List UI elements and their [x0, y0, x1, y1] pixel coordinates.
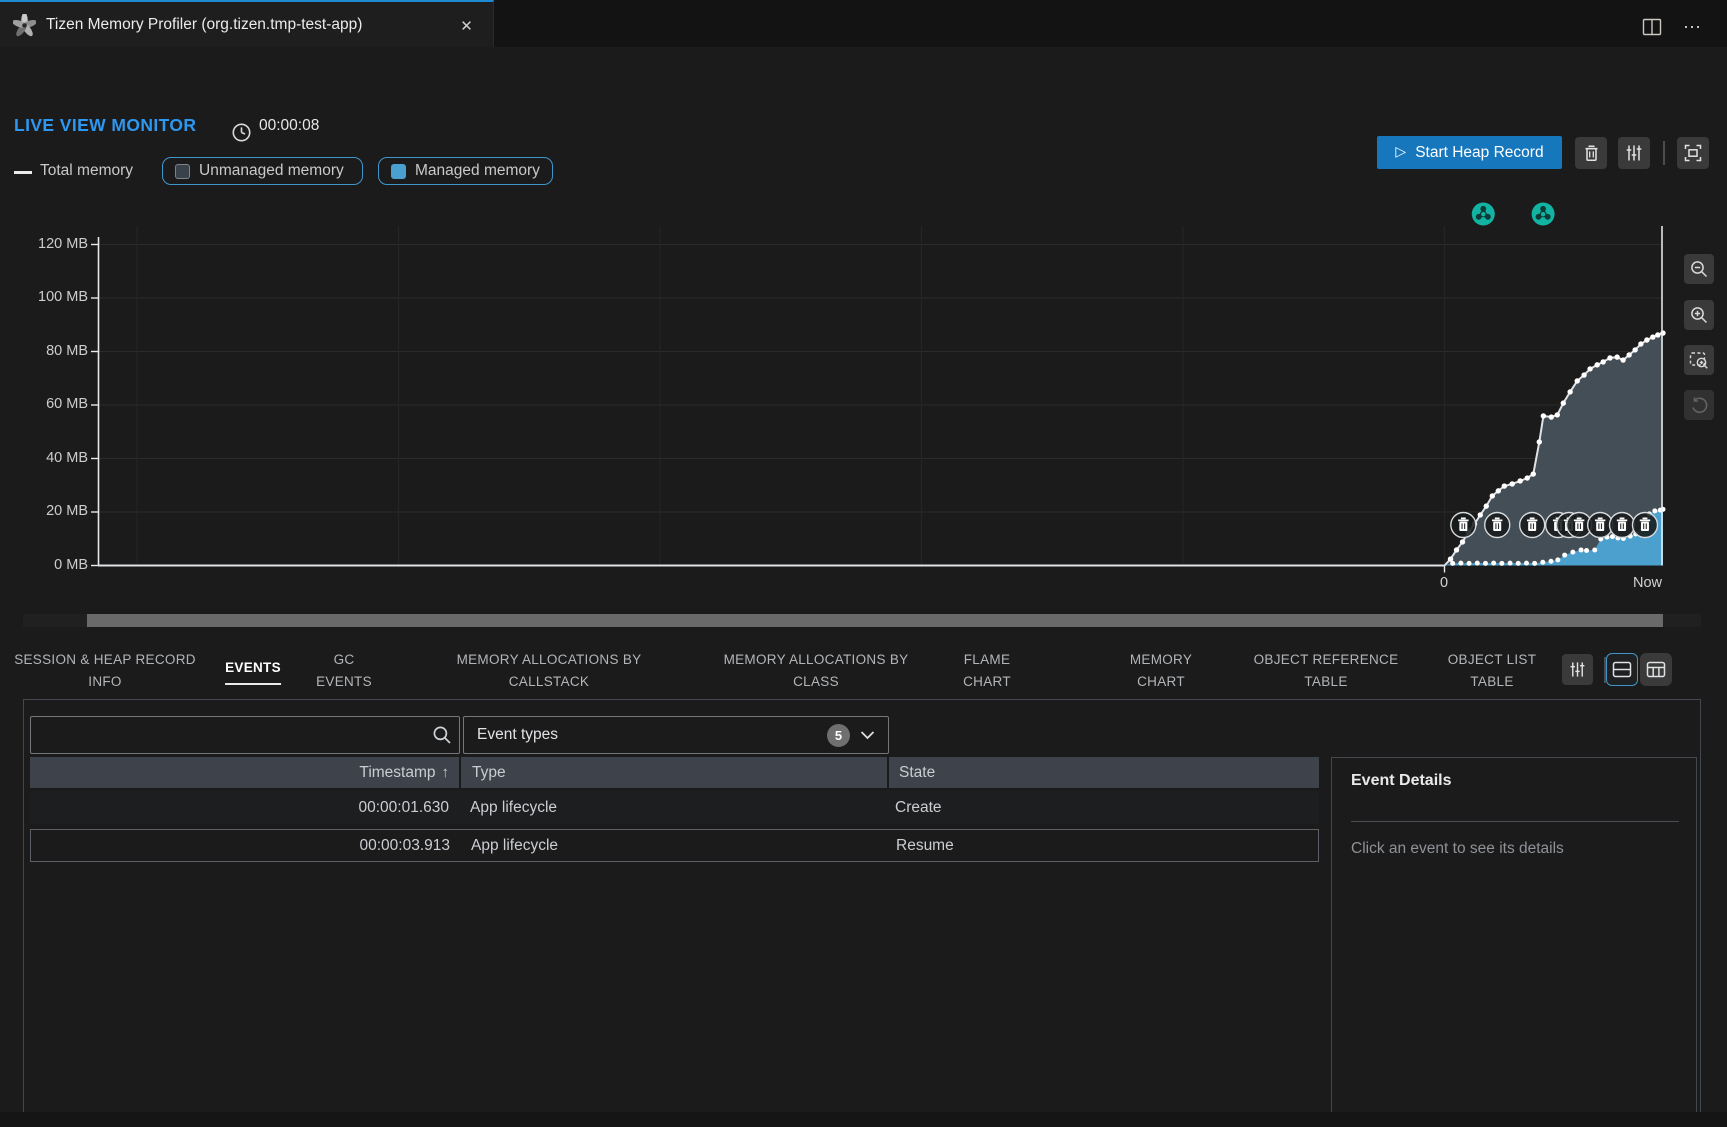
play-icon: ▷ [1395, 143, 1406, 160]
zoom-to-selection-button[interactable] [1684, 345, 1714, 375]
unmanaged-memory-label: Unmanaged memory [199, 162, 344, 180]
page-title: LIVE VIEW MONITOR [14, 115, 196, 136]
chevron-down-icon [860, 730, 875, 740]
tab-title: Tizen Memory Profiler (org.tizen.tmp-tes… [46, 2, 362, 47]
x-axis-tick-0: 0 [1424, 575, 1464, 591]
tizen-memory-profiler-window: Tizen Memory Profiler (org.tizen.tmp-tes… [0, 0, 1727, 1127]
chart-scrollbar-thumb[interactable] [87, 614, 1663, 627]
events-table-body: 00:00:01.630App lifecycleCreate 00:00:03.… [30, 791, 1319, 867]
fullscreen-chart-button[interactable] [1677, 137, 1709, 169]
unmanaged-memory-toggle[interactable]: Unmanaged memory [162, 157, 363, 185]
managed-checkbox[interactable] [391, 164, 406, 179]
panel-tab-memory-chart[interactable]: MEMORYCHART [1130, 645, 1192, 697]
start-heap-record-label: Start Heap Record [1415, 144, 1543, 162]
details-divider [1351, 821, 1679, 822]
full-gc-marker-icon[interactable] [1532, 203, 1555, 226]
y-axis-tick-label: 60 MB [14, 396, 88, 412]
panel-tab-memory-allocations-by-callstack[interactable]: MEMORY ALLOCATIONS BYCALLSTACK [457, 645, 642, 697]
zoom-in-button[interactable] [1684, 300, 1714, 330]
gc-event-marker[interactable] [1451, 513, 1476, 538]
more-actions-icon[interactable]: ⋯ [1681, 15, 1705, 39]
split-editor-icon[interactable] [1640, 15, 1664, 39]
x-axis-tick-now: Now [1602, 575, 1662, 591]
y-axis-tick-label: 120 MB [14, 236, 88, 252]
editor-tab[interactable]: Tizen Memory Profiler (org.tizen.tmp-tes… [0, 0, 494, 47]
y-axis-tick-label: 80 MB [14, 343, 88, 359]
gc-event-marker[interactable] [1588, 513, 1613, 538]
panel-tab-session-heap-record-info[interactable]: SESSION & HEAP RECORDINFO [14, 645, 196, 697]
start-heap-record-button[interactable]: ▷ Start Heap Record [1377, 136, 1562, 169]
profiler-main: LIVE VIEW MONITOR 00:00:08 ▷ Start Heap … [0, 47, 1727, 1127]
event-types-dropdown[interactable]: Event types 5 [463, 716, 889, 754]
panel-tab-object-list-table[interactable]: OBJECT LISTTABLE [1448, 645, 1537, 697]
full-gc-marker-icon[interactable] [1472, 203, 1495, 226]
total-memory-label: Total memory [40, 162, 133, 180]
chart-settings-sliders-icon[interactable] [1618, 137, 1650, 169]
column-header-state[interactable]: State [889, 757, 1319, 788]
gc-event-marker[interactable] [1632, 513, 1657, 538]
table-row[interactable]: 00:00:03.913App lifecycleResume [30, 829, 1319, 862]
event-search-box[interactable] [30, 716, 460, 754]
tizen-pinwheel-icon [13, 14, 36, 37]
zoom-out-button[interactable] [1684, 254, 1714, 284]
column-header-type[interactable]: Type [461, 757, 887, 788]
events-panel: Event types 5 Timestamp ↑ Type State 00:… [23, 699, 1701, 1127]
gc-event-marker[interactable] [1520, 513, 1545, 538]
event-details-empty-message: Click an event to see its details [1351, 840, 1564, 858]
clock-icon [231, 122, 252, 143]
panel-tab-memory-allocations-by-class[interactable]: MEMORY ALLOCATIONS BYCLASS [724, 645, 909, 697]
panel-tab-object-reference-table[interactable]: OBJECT REFERENCETABLE [1254, 645, 1399, 697]
events-table-header: Timestamp ↑ Type State [30, 757, 1319, 788]
gc-event-marker[interactable] [1485, 513, 1510, 538]
event-details-title: Event Details [1351, 772, 1451, 790]
layout-split-horizontal-button[interactable] [1606, 653, 1638, 686]
event-types-label: Event types [464, 726, 827, 744]
panel-tab-flame-chart[interactable]: FLAMECHART [963, 645, 1011, 697]
y-axis-tick-label: 100 MB [14, 289, 88, 305]
panel-tab-strip: SESSION & HEAP RECORDINFO EVENTS GCEVENTS M… [0, 645, 1540, 697]
tab-close-icon[interactable]: ✕ [455, 14, 478, 37]
event-details-panel: Event Details Click an event to see its … [1331, 757, 1697, 1127]
y-axis-tick-label: 20 MB [14, 503, 88, 519]
panel-settings-sliders-icon[interactable] [1562, 654, 1593, 685]
total-memory-swatch [14, 171, 32, 174]
search-icon [425, 725, 459, 745]
gc-event-marker[interactable] [1567, 513, 1592, 538]
gc-event-marker[interactable] [1557, 513, 1582, 538]
bottom-strip [0, 1112, 1727, 1127]
table-row[interactable]: 00:00:01.630App lifecycleCreate [30, 791, 1319, 824]
toolbar-divider [1663, 141, 1665, 165]
gc-event-marker[interactable] [1546, 513, 1571, 538]
reset-zoom-button[interactable] [1684, 390, 1714, 420]
sort-ascending-icon: ↑ [442, 764, 450, 781]
column-header-timestamp[interactable]: Timestamp ↑ [30, 757, 459, 788]
panel-tab-gc-events[interactable]: GCEVENTS [316, 645, 372, 697]
y-axis-tick-label: 0 MB [14, 557, 88, 573]
event-types-count-badge: 5 [827, 724, 850, 747]
layout-grid-button[interactable] [1640, 653, 1672, 686]
managed-memory-toggle[interactable]: Managed memory [378, 157, 553, 185]
gc-event-marker[interactable] [1610, 513, 1635, 538]
clear-chart-button[interactable] [1575, 137, 1607, 169]
chart-scrollbar-track[interactable] [23, 614, 1701, 627]
editor-tab-bar: Tizen Memory Profiler (org.tizen.tmp-tes… [0, 0, 1727, 47]
y-axis-tick-label: 40 MB [14, 450, 88, 466]
elapsed-timer: 00:00:08 [259, 117, 319, 135]
event-search-input[interactable] [31, 717, 425, 753]
unmanaged-checkbox[interactable] [175, 164, 190, 179]
panel-tab-events[interactable]: EVENTS [225, 645, 281, 697]
managed-memory-label: Managed memory [415, 162, 540, 180]
